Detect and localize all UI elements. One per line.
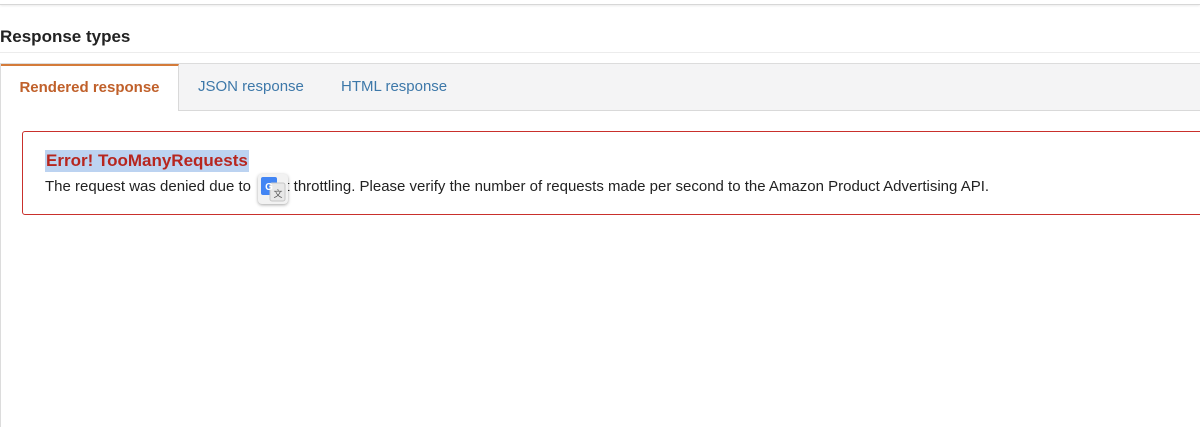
svg-text:G: G — [265, 182, 273, 193]
section-divider — [0, 52, 1200, 53]
tab-rendered-response[interactable]: Rendered response — [1, 64, 179, 111]
error-message: The request was denied due to uest throt… — [45, 177, 989, 197]
error-message-start: The request was denied due to — [45, 178, 256, 195]
error-alert: Error! TooManyRequests The request was d… — [22, 131, 1200, 215]
tab-json-response[interactable]: JSON response — [198, 64, 304, 110]
tab-bar: Rendered response JSON response HTML res… — [1, 64, 1200, 111]
google-translate-icon[interactable]: G 文 — [258, 174, 288, 204]
tab-html-response[interactable]: HTML response — [341, 64, 447, 110]
response-panel: Rendered response JSON response HTML res… — [0, 63, 1200, 427]
svg-text:文: 文 — [273, 188, 282, 199]
top-divider — [0, 0, 1200, 5]
error-title: Error! TooManyRequests — [45, 150, 249, 172]
section-title: Response types — [0, 27, 131, 46]
error-message-end: uest throttling. Please verify the numbe… — [261, 178, 990, 195]
